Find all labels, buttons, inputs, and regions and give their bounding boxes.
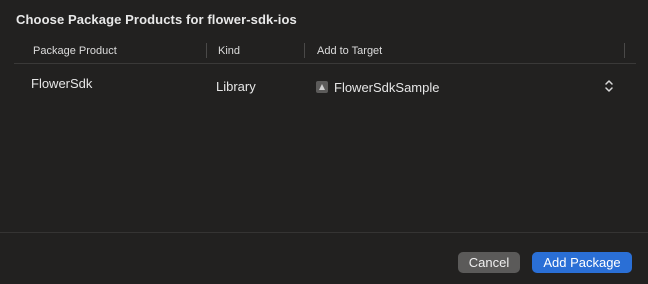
table-row[interactable]: FlowerSdk Library FlowerSdkSample (14, 64, 636, 104)
footer-divider (0, 232, 648, 233)
target-name: FlowerSdkSample (334, 79, 440, 95)
package-products-dialog: Choose Package Products for flower-sdk-i… (0, 0, 648, 284)
chevron-up-down-icon[interactable] (604, 79, 614, 93)
column-divider[interactable] (304, 43, 305, 58)
package-products-table: Package Product Kind Add to Target Flowe… (14, 40, 636, 232)
dialog-title: Choose Package Products for flower-sdk-i… (16, 12, 297, 27)
column-header-kind[interactable]: Kind (218, 45, 240, 57)
column-divider[interactable] (206, 43, 207, 58)
column-header-package-product[interactable]: Package Product (33, 45, 117, 57)
add-package-button[interactable]: Add Package (532, 252, 632, 273)
column-divider[interactable] (624, 43, 625, 58)
cancel-button[interactable]: Cancel (458, 252, 520, 273)
product-kind: Library (216, 79, 256, 94)
package-product-name: FlowerSdk (31, 76, 93, 91)
add-to-target-popup[interactable]: FlowerSdkSample (316, 78, 614, 96)
table-header: Package Product Kind Add to Target (14, 40, 636, 64)
column-header-add-to-target[interactable]: Add to Target (317, 45, 382, 57)
app-target-icon (316, 81, 328, 93)
